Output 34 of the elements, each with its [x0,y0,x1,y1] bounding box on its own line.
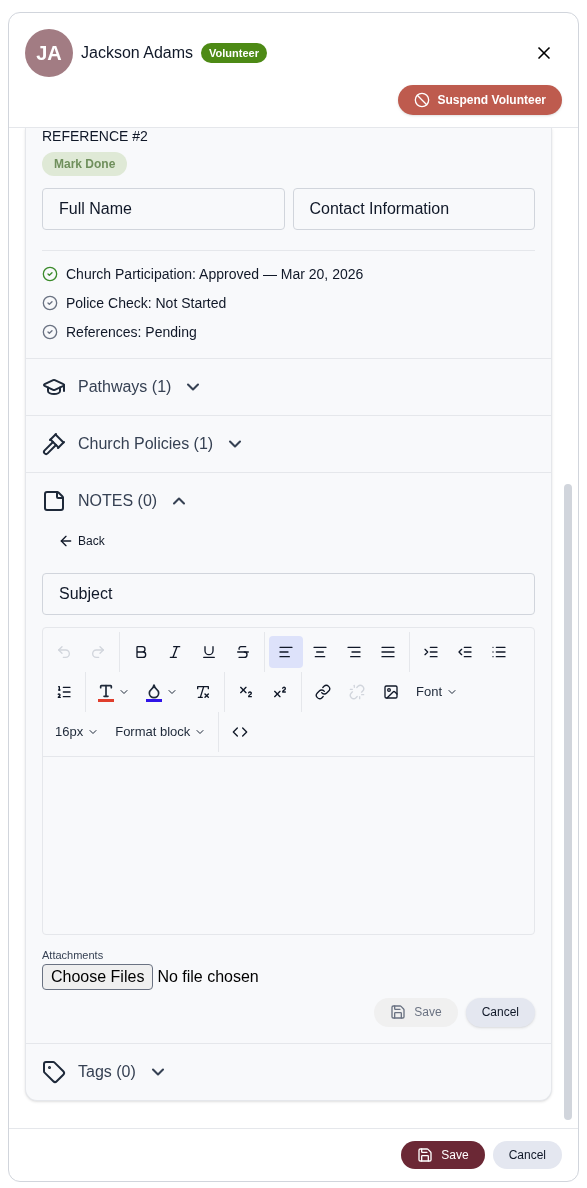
cancel-button[interactable]: Cancel [492,1141,562,1169]
toolbar-dropdown[interactable]: 16px [47,716,108,748]
reference-title: REFERENCE #2 [42,128,149,144]
section-header[interactable]: NOTES (0) [26,473,206,529]
text-color-icon [98,682,114,699]
scrollbar[interactable] [564,484,572,1120]
role-badge: Volunteer [201,42,267,64]
check-status: Church Participation: Approved — Mar 20, 2026 [66,264,364,284]
volunteer-name: Jackson Adams [81,43,194,63]
check-status: References: Pending [66,322,197,342]
gavel-icon [42,432,66,456]
cancel-button[interactable]: Cancel [465,997,535,1027]
choose-files-button[interactable]: Choose Files [42,963,154,990]
avatar: JA [25,29,73,77]
save-button[interactable]: Save [401,1141,485,1169]
ban-icon [413,92,430,108]
suspend-button[interactable]: Suspend Volunteer [397,85,562,115]
subject-field[interactable]: Subject [42,573,535,615]
check-status: Police Check: Not Started [66,293,227,313]
toolbar-dropdown[interactable]: Format block [107,716,215,748]
note-icon [42,489,66,513]
text-field[interactable]: Contact Information [292,188,535,230]
section-header[interactable]: Pathways (1) [26,359,220,415]
text-field[interactable]: Full Name [42,188,285,230]
attachments-label: Attachments [42,948,105,963]
tag-icon [42,1059,66,1084]
toolbar-button[interactable] [269,636,303,668]
file-status: No file chosen [157,966,259,987]
section-header[interactable]: Church Policies (1) [26,416,262,472]
arrow-left-icon [58,533,74,549]
back-button[interactable]: Back [58,533,105,549]
section-header[interactable]: Tags (0) [26,1043,184,1100]
fill-color-icon [146,682,162,699]
toolbar-dropdown[interactable]: Font [408,676,466,708]
